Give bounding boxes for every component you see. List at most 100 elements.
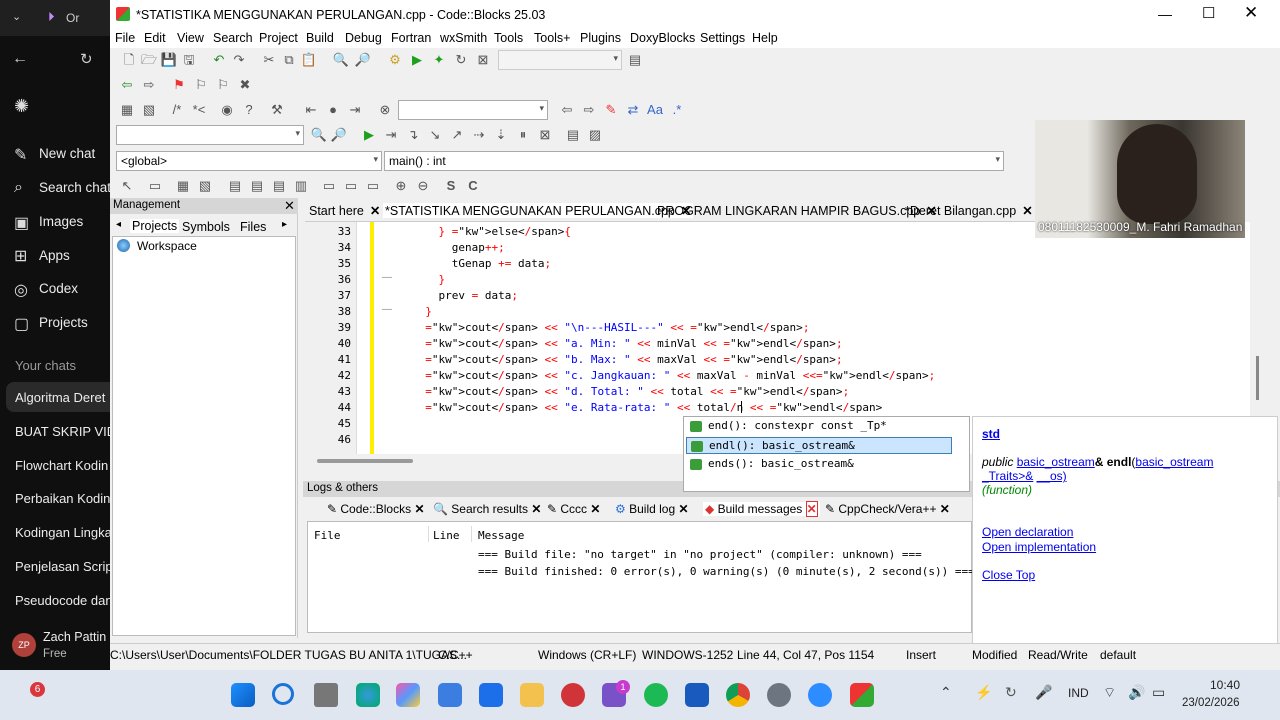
run-to-cursor-icon[interactable]: ⇥ — [382, 126, 400, 144]
codeblocks-taskbar-icon[interactable] — [850, 683, 874, 707]
menu-debug[interactable]: Debug — [345, 31, 382, 45]
maximize-icon[interactable]: ☐ — [1202, 4, 1215, 22]
undo-icon[interactable]: ↶ — [210, 51, 228, 69]
log-tab-cppcheck[interactable]: ✎ CppCheck/Vera++ ✕ — [825, 502, 950, 516]
widget1-icon[interactable]: ▭ — [146, 177, 164, 195]
chat-item[interactable]: Penjelasan Scrip — [15, 559, 113, 574]
search-prev-icon[interactable]: ⇦ — [558, 101, 576, 119]
wifi-icon[interactable]: ⌔ — [1103, 684, 1116, 702]
widget3-icon[interactable]: ▧ — [196, 177, 214, 195]
code-line[interactable]: } — [412, 273, 446, 286]
build-message-row[interactable]: === Build file: "no target" in "no proje… — [478, 548, 922, 561]
function-combo[interactable]: main() : int ▾ — [384, 151, 1004, 171]
clock-time[interactable]: 10:40 — [1210, 678, 1240, 692]
widget2-icon[interactable]: ▦ — [174, 177, 192, 195]
settings-icon[interactable] — [767, 683, 791, 707]
comment-icon[interactable]: ▦ — [118, 101, 136, 119]
menu-search[interactable]: Search — [213, 31, 253, 45]
tab-deret[interactable]: *Deret Bilangan.cpp ✕ — [905, 203, 1033, 218]
volume-icon[interactable]: 🔊 — [1128, 684, 1145, 701]
chat-item[interactable]: Flowchart Kodin — [15, 458, 108, 473]
debug-info-icon[interactable]: ▨ — [586, 126, 604, 144]
tray-app-icon[interactable]: ⚡ — [975, 684, 992, 701]
stop-debug-icon[interactable]: ⊠ — [536, 126, 554, 144]
s-icon[interactable]: S — [442, 177, 460, 195]
build-and-run-icon[interactable]: ✦ — [430, 51, 448, 69]
chat-item[interactable]: BUAT SKRIP VID — [15, 424, 116, 439]
save-icon[interactable]: 💾 — [160, 51, 178, 69]
replace-icon[interactable]: 🔎 — [354, 51, 372, 69]
menu-plugins[interactable]: Plugins — [580, 31, 621, 45]
column-line[interactable]: Line — [433, 529, 460, 542]
file-explorer-icon[interactable] — [520, 683, 544, 707]
doc-param-link[interactable]: _Traits>& — [982, 469, 1033, 483]
match-case-icon[interactable]: Aa — [646, 101, 664, 119]
column-message[interactable]: Message — [478, 529, 524, 542]
rebuild-icon[interactable]: ↻ — [452, 51, 470, 69]
code-line[interactable]: prev = data; — [412, 289, 518, 302]
chat-item[interactable]: Perbaikan Kodin — [15, 491, 110, 506]
tray-sync-icon[interactable]: ↻ — [1005, 684, 1017, 701]
save-all-icon[interactable]: 🖫 — [180, 51, 198, 69]
selected-text-icon[interactable]: ⇄ — [624, 101, 642, 119]
zoom-in-icon[interactable]: ⊕ — [392, 177, 410, 195]
nav-search-chats[interactable]: Search chats — [39, 180, 118, 195]
tab-close-icon[interactable]: ✕ — [1022, 204, 1032, 218]
menu-doxyblocks[interactable]: DoxyBlocks — [630, 31, 695, 45]
tab-start-here[interactable]: Start here ✕ — [309, 203, 380, 218]
toggle-breakpoint-icon[interactable]: ● — [324, 101, 342, 119]
autocomplete-item-selected[interactable]: endl(): basic_ostream& — [686, 437, 952, 454]
user-avatar[interactable]: ZP — [12, 633, 36, 657]
widget5-icon[interactable]: ▤ — [248, 177, 266, 195]
tray-language[interactable]: IND — [1068, 686, 1089, 700]
widget4-icon[interactable]: ▤ — [226, 177, 244, 195]
nav-images[interactable]: Images — [39, 214, 83, 229]
menu-help[interactable]: Help — [752, 31, 778, 45]
start-icon[interactable] — [231, 683, 255, 707]
copilot-icon[interactable] — [396, 683, 420, 707]
code-line[interactable]: ="kw">cout</span> << "\n---HASIL---" << … — [412, 321, 809, 334]
new-file-icon[interactable]: 🗋 — [120, 51, 138, 69]
menu-edit[interactable]: Edit — [144, 31, 166, 45]
doxy-help-icon[interactable]: ? — [240, 101, 258, 119]
nav-new-chat[interactable]: New chat — [39, 146, 95, 161]
pointer-icon[interactable]: ↖ — [118, 177, 136, 195]
highlight-icon[interactable]: ✎ — [602, 101, 620, 119]
nav-apps[interactable]: Apps — [39, 248, 70, 263]
doxy-comment-icon[interactable]: /* — [168, 101, 186, 119]
menu-wxsmith[interactable]: wxSmith — [440, 31, 487, 45]
autocomplete-item[interactable]: end(): constexpr const _Tp* — [686, 418, 952, 435]
zoom-find-icon[interactable]: 🔍 — [310, 126, 328, 144]
step-instruction-icon[interactable]: ⇣ — [492, 126, 510, 144]
find-icon[interactable]: 🔍 — [332, 51, 350, 69]
menu-project[interactable]: Project — [259, 31, 298, 45]
log-tab-build-messages[interactable]: ◆ Build messages ✕ — [703, 501, 820, 517]
tabs-right-icon[interactable]: ▸ — [282, 219, 287, 230]
doc-param-link[interactable]: basic_ostream — [1135, 455, 1213, 469]
tab-lingkaran[interactable]: PROGRAM LINGKARAN HAMPIR BAGUS.cpp ✕ — [657, 203, 937, 218]
code-line[interactable]: tGenap += data; — [412, 257, 551, 270]
doc-namespace-link[interactable]: std — [982, 427, 1000, 441]
debug-find-icon[interactable]: 🔎 — [330, 126, 348, 144]
open-declaration-link[interactable]: Open declaration — [982, 525, 1073, 539]
pause-icon[interactable]: ⏸ — [514, 126, 532, 144]
tab-files[interactable]: Files — [240, 220, 266, 234]
run-icon[interactable]: ▶ — [408, 51, 426, 69]
tabs-left-icon[interactable]: ◂ — [116, 219, 121, 230]
next-line-icon[interactable]: ↴ — [404, 126, 422, 144]
edge-icon[interactable] — [356, 683, 380, 707]
log-tab-cccc[interactable]: ✎ Cccc ✕ — [547, 502, 600, 516]
open-implementation-link[interactable]: Open implementation — [982, 540, 1096, 554]
tray-mic-icon[interactable]: 🎤 — [1035, 684, 1052, 701]
management-close-icon[interactable]: ✕ — [284, 198, 295, 214]
debug-start-icon[interactable]: ▶ — [360, 126, 378, 144]
open-icon[interactable]: 🗁 — [140, 51, 158, 69]
chrome-icon[interactable] — [726, 683, 750, 707]
code-line[interactable]: ="kw">cout</span> << "d. Total: " << tot… — [412, 385, 849, 398]
code-line[interactable]: } ="kw">else</span>{ — [412, 225, 571, 238]
log-tab-codeblocks[interactable]: ✎ Code::Blocks ✕ — [327, 502, 425, 516]
next-instruction-icon[interactable]: ⇢ — [470, 126, 488, 144]
task-view-icon[interactable] — [314, 683, 338, 707]
log-tab-search[interactable]: 🔍 Search results ✕ — [433, 502, 541, 516]
redo-icon[interactable]: ↷ — [230, 51, 248, 69]
